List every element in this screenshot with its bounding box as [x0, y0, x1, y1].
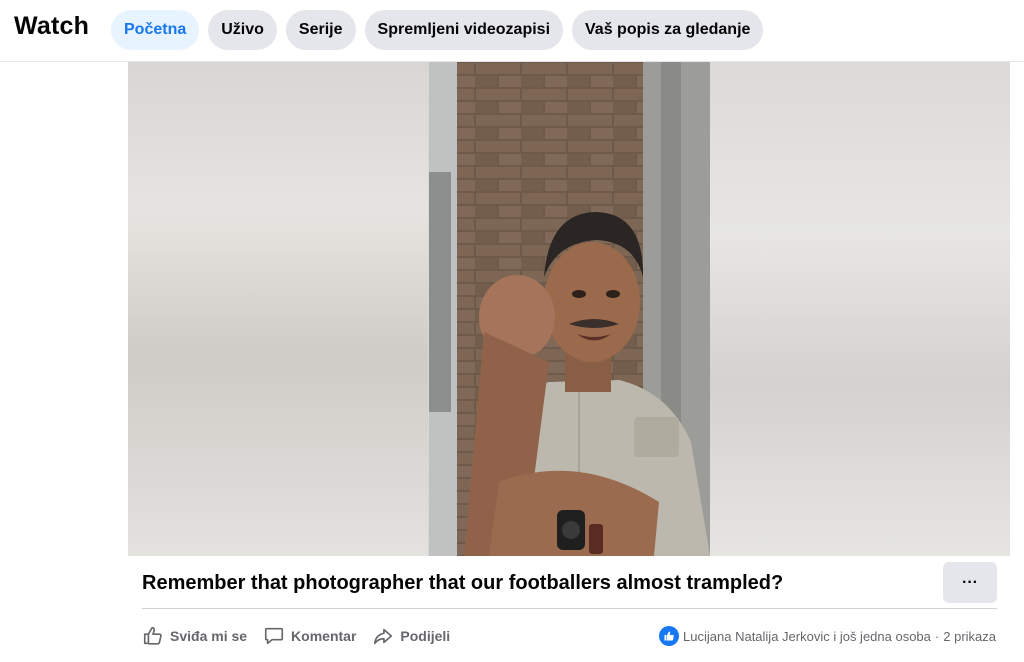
post-actions: Sviđa mi se Komentar Podijeli — [142, 622, 450, 650]
comment-icon — [264, 627, 284, 645]
tab-uzivo[interactable]: Uživo — [208, 10, 277, 50]
video-frame[interactable] — [429, 62, 710, 556]
tab-saved-videos[interactable]: Spremljeni videozapisi — [364, 10, 564, 50]
separator-dot: · — [934, 628, 940, 644]
watch-tabs: Početna Uživo Serije Spremljeni videozap… — [111, 10, 764, 50]
reactions-summary[interactable]: Lucijana Natalija Jerkovic i još jedna o… — [659, 626, 996, 646]
tab-serije[interactable]: Serije — [285, 10, 356, 50]
divider — [142, 608, 997, 609]
post-title-row: Remember that photographer that our foot… — [142, 562, 997, 608]
video-blur-background-left — [128, 62, 428, 556]
share-label: Podijeli — [400, 628, 451, 644]
video-frame-image — [429, 62, 710, 556]
tab-pocetna[interactable]: Početna — [111, 10, 200, 50]
watch-header: Watch Početna Uživo Serije Spremljeni vi… — [0, 0, 1024, 62]
share-button[interactable]: Podijeli — [372, 622, 450, 650]
comment-label: Komentar — [291, 628, 357, 644]
more-options-button[interactable]: ··· — [943, 562, 997, 603]
page-title: Watch — [14, 12, 90, 40]
thumbs-up-filled-icon — [664, 631, 674, 641]
view-count: 2 prikaza — [943, 628, 996, 644]
reactions-text[interactable]: Lucijana Natalija Jerkovic i još jedna o… — [683, 629, 931, 644]
comment-button[interactable]: Komentar — [263, 622, 356, 650]
video-player[interactable] — [128, 62, 1010, 556]
video-blur-background-right — [710, 62, 1010, 556]
tab-watchlist[interactable]: Vaš popis za gledanje — [572, 10, 764, 50]
thumbs-up-icon — [143, 626, 162, 645]
video-title[interactable]: Remember that photographer that our foot… — [142, 572, 783, 595]
like-button[interactable]: Sviđa mi se — [142, 622, 247, 650]
like-label: Sviđa mi se — [170, 628, 248, 644]
like-reaction-icon — [659, 626, 680, 646]
share-icon — [374, 628, 393, 645]
